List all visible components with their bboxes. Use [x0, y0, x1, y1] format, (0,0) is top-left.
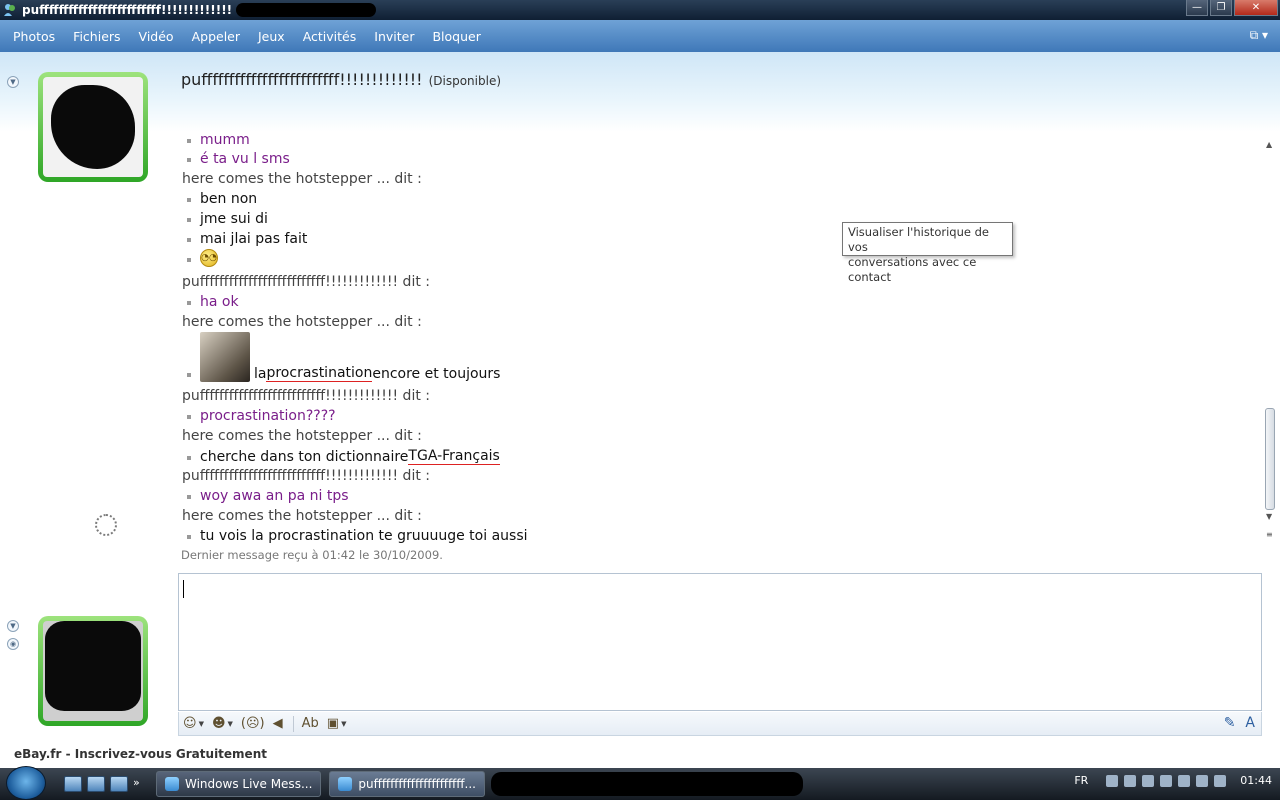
redacted-area [491, 772, 803, 796]
switch-windows-icon[interactable] [87, 776, 105, 792]
user-avatar[interactable] [38, 616, 148, 726]
emoticon-icon: ◔◔ [200, 249, 218, 267]
scroll-end-icon[interactable]: ≡ [1266, 530, 1273, 539]
menu-item-jeux[interactable]: Jeux [249, 29, 294, 44]
quick-launch-more-icon[interactable]: » [133, 776, 143, 792]
text-caret [183, 580, 184, 598]
message-line: procrastination???? [187, 408, 336, 424]
loading-icon [95, 514, 117, 536]
media-player-icon[interactable] [110, 776, 128, 792]
sender-line: puffffffffffffffffffffffffff!!!!!!!!!!!!… [182, 468, 430, 484]
toolbar-separator [292, 715, 294, 732]
input-toolbar: ☺ ▼ ☻ ▼ (☹) ◀ Ab ▣ ▼ ✎ A [178, 712, 1262, 736]
sender-line: here comes the hotstepper ... dit : [182, 314, 422, 330]
message-line: mai jlai pas fait [187, 231, 307, 247]
sender-line: here comes the hotstepper ... dit : [182, 428, 422, 444]
options-menu-icon[interactable]: ⧉ ▾ [1250, 28, 1268, 43]
header-banner [0, 52, 1280, 132]
flash-icon[interactable] [1178, 774, 1191, 787]
emoticons-button[interactable]: ☺ ▼ [183, 716, 204, 731]
history-tooltip: Visualiser l'historique de vos conversat… [842, 222, 1013, 284]
backgrounds-icon: ▣ [326, 716, 340, 731]
menu-item-bloquer[interactable]: Bloquer [423, 29, 489, 44]
title-bar: pufffffffffffffffffffffffff!!!!!!!!!!!!!… [0, 0, 1280, 20]
menu-item-photos[interactable]: Photos [4, 29, 64, 44]
smile-icon: ☺ [183, 716, 197, 731]
contact-header: pufffffffffffffffffffffffff!!!!!!!!!!!!!… [181, 70, 501, 89]
collapse-contact-pane-icon[interactable]: ▼ [7, 76, 19, 88]
redacted-area [236, 3, 377, 17]
tray-chevron-icon[interactable] [1106, 774, 1119, 787]
quick-launch: » [64, 776, 148, 792]
message-line: ha ok [187, 294, 239, 310]
shared-photo[interactable] [200, 332, 250, 382]
language-indicator[interactable]: FR [1074, 774, 1088, 787]
start-button[interactable] [6, 766, 46, 800]
minimize-button[interactable]: — [1186, 0, 1208, 16]
message-line: ◔◔ [187, 249, 218, 267]
message-input[interactable] [178, 573, 1262, 711]
message-line: jme sui di [187, 211, 268, 227]
sender-line: puffffffffffffffffffffffffff!!!!!!!!!!!!… [182, 388, 430, 404]
sender-line: here comes the hotstepper ... dit : [182, 508, 422, 524]
sender-line: puffffffffffffffffffffffffff!!!!!!!!!!!!… [182, 274, 430, 290]
sender-line: here comes the hotstepper ... dit : [182, 171, 422, 187]
conversation-scrollbar[interactable]: ▲ ▼ ≡ [1263, 140, 1277, 545]
message-line: é ta vu l sms [187, 151, 290, 167]
message-line: la procrastination encore et toujours [187, 332, 500, 382]
close-button[interactable]: ✕ [1234, 0, 1278, 16]
messenger-icon [165, 777, 179, 791]
menu-item-video[interactable]: Vidéo [130, 29, 183, 44]
ad-banner[interactable]: eBay.fr - Inscrivez-vous Gratuitement [14, 747, 267, 761]
collapse-user-pane-icon[interactable]: ▼ [7, 620, 19, 632]
message-line: woy awa an pa ni tps [187, 488, 349, 504]
webcam-icon[interactable]: ◉ [7, 638, 19, 650]
system-tray: FR 01:44 [1074, 774, 1272, 787]
taskbar: » Windows Live Mess... pufffffffffffffff… [0, 766, 1280, 800]
scroll-up-icon[interactable]: ▲ [1266, 140, 1272, 149]
taskbar-item-conversation[interactable]: puffffffffffffffffffffff... [329, 771, 485, 797]
nudge-button[interactable]: (☹) [241, 716, 265, 731]
clock[interactable]: 01:44 [1240, 774, 1272, 787]
menu-item-appeler[interactable]: Appeler [183, 29, 249, 44]
taskbar-item-messenger[interactable]: Windows Live Mess... [156, 771, 322, 797]
backgrounds-button[interactable]: ▣ ▼ [327, 716, 347, 731]
menu-item-activites[interactable]: Activités [294, 29, 366, 44]
messenger-icon [338, 777, 353, 791]
message-line: ben non [187, 191, 257, 207]
wink-icon: ☻ [211, 716, 226, 731]
contact-name: pufffffffffffffffffffffffff!!!!!!!!!!!!! [181, 70, 423, 89]
winks-button[interactable]: ☻ ▼ [212, 716, 233, 731]
window-title: pufffffffffffffffffffffffff!!!!!!!!!!!!! [22, 3, 233, 17]
message-line: cherche dans ton dictionnaire TGA-França… [187, 448, 500, 465]
messenger-icon [4, 4, 15, 16]
scroll-down-icon[interactable]: ▼ [1266, 512, 1272, 521]
last-message-timestamp: Dernier message reçu à 01:42 le 30/10/20… [181, 548, 443, 562]
network-icon[interactable] [1124, 774, 1137, 787]
scroll-thumb[interactable] [1265, 408, 1275, 510]
conversation-history[interactable]: mumm é ta vu l sms here comes the hotste… [175, 132, 1265, 550]
handwriting-button[interactable]: ✎ [1224, 715, 1236, 731]
menu-item-fichiers[interactable]: Fichiers [64, 29, 129, 44]
menu-bar: Photos Fichiers Vidéo Appeler Jeux Activ… [0, 20, 1280, 52]
font-button[interactable]: Ab [302, 716, 319, 731]
volume-icon[interactable] [1214, 774, 1227, 787]
maximize-button[interactable]: ❐ [1210, 0, 1232, 16]
message-line: mumm [187, 132, 250, 148]
message-line: tu vois la procrastination te gruuuuge t… [187, 528, 528, 544]
menu-item-inviter[interactable]: Inviter [365, 29, 423, 44]
text-mode-button[interactable]: A [1245, 715, 1255, 731]
antivirus-icon[interactable] [1142, 774, 1155, 787]
battery-icon[interactable] [1196, 774, 1209, 787]
show-desktop-icon[interactable] [64, 776, 82, 792]
voice-clip-button[interactable]: ◀ [273, 716, 283, 731]
messenger-tray-icon[interactable] [1160, 774, 1173, 787]
contact-status: (Disponible) [428, 74, 502, 88]
contact-avatar[interactable] [38, 72, 148, 182]
